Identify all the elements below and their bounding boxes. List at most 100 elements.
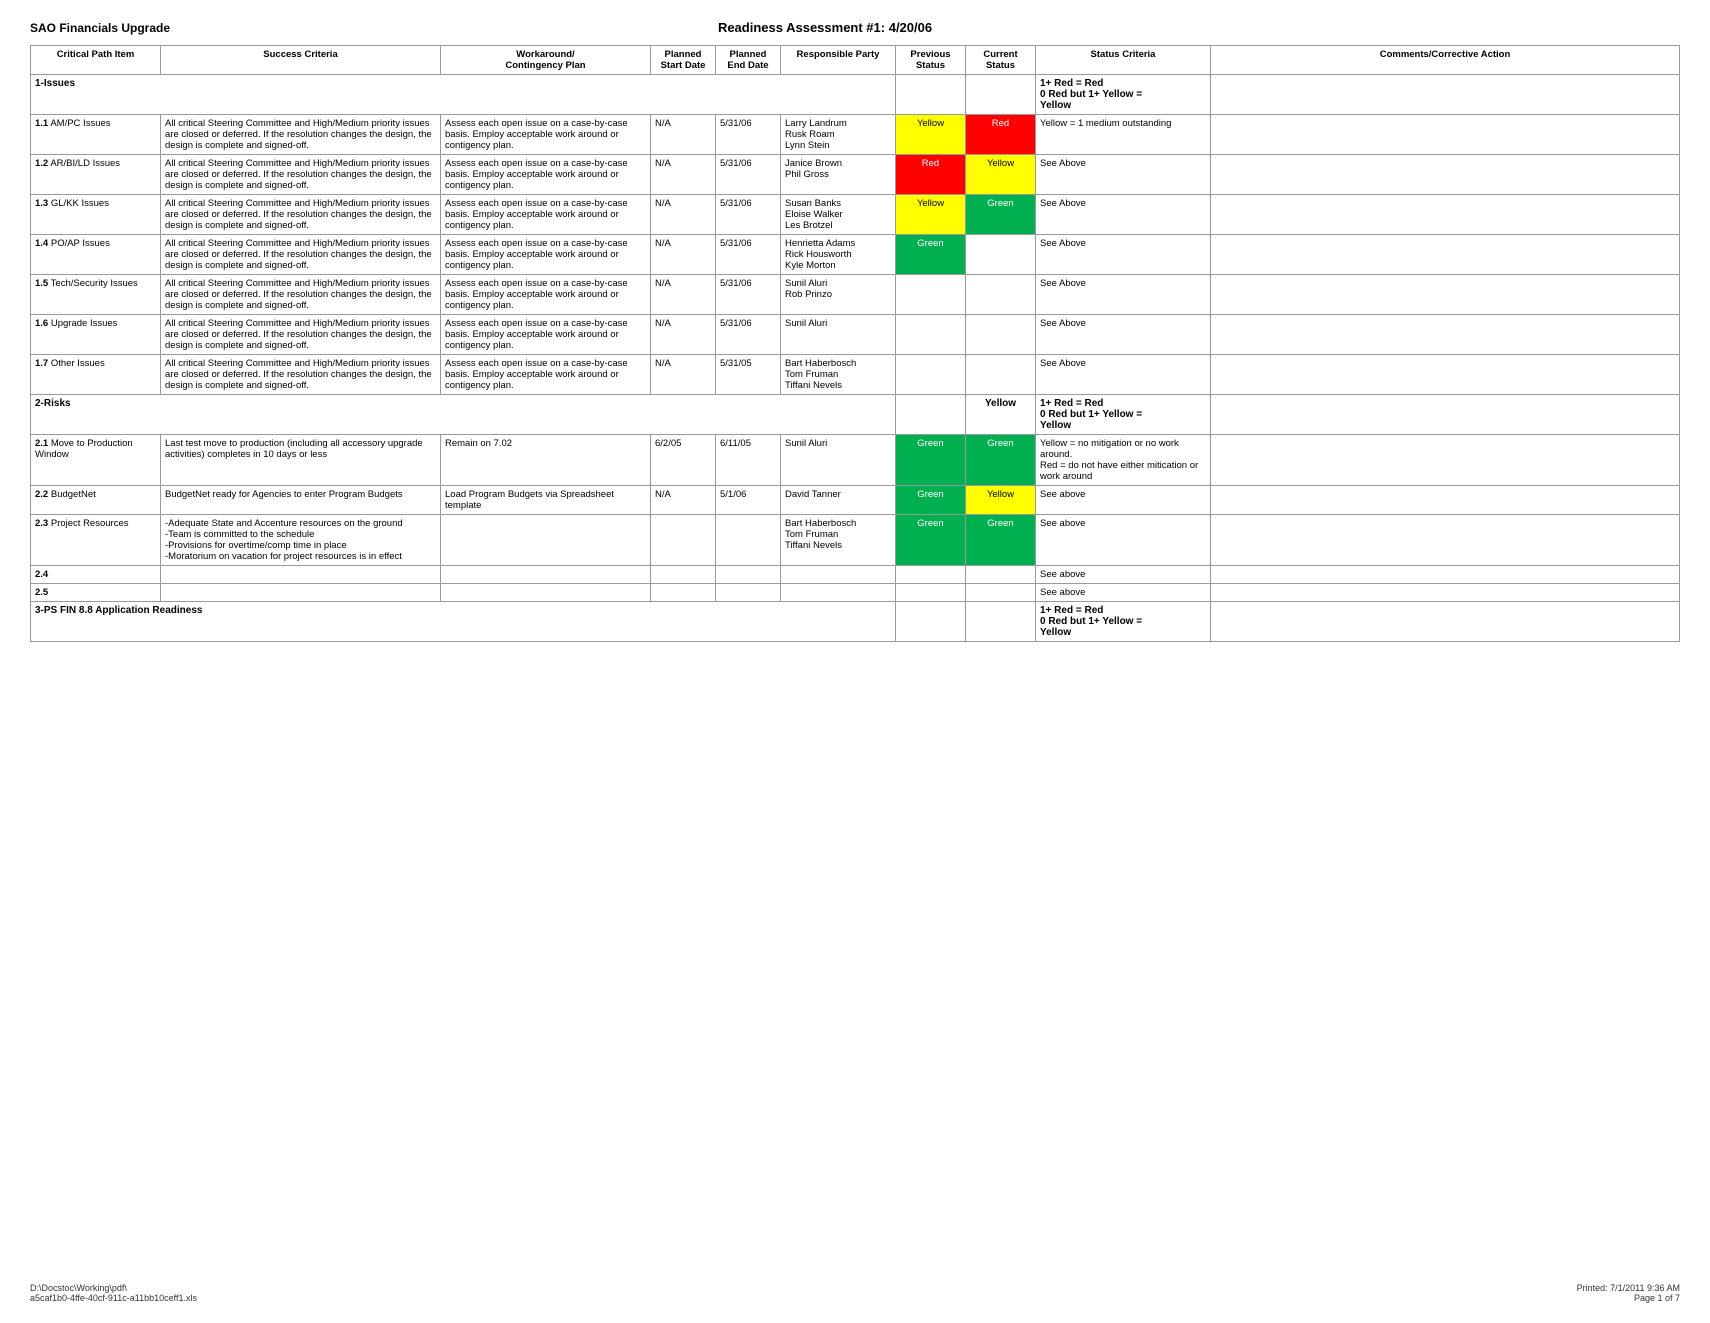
row-criteria: See Above <box>1036 195 1211 235</box>
row-start <box>651 566 716 584</box>
row-start: N/A <box>651 355 716 395</box>
row-criteria: See Above <box>1036 235 1211 275</box>
row-comments <box>1211 115 1680 155</box>
footer-right-line2: Page 1 of 7 <box>1577 1293 1680 1303</box>
row-curr-status <box>966 566 1036 584</box>
row-success: All critical Steering Committee and High… <box>161 355 441 395</box>
row-end: 5/31/06 <box>716 155 781 195</box>
row-end: 5/1/06 <box>716 486 781 515</box>
row-comments <box>1211 195 1680 235</box>
col-header-comments: Comments/Corrective Action <box>1211 46 1680 75</box>
table-row: 1.2 AR/BI/LD IssuesAll critical Steering… <box>31 155 1680 195</box>
table-row: 2.1 Move to Production WindowLast test m… <box>31 435 1680 486</box>
col-header-start: PlannedStart Date <box>651 46 716 75</box>
row-workaround: Assess each open issue on a case-by-case… <box>441 195 651 235</box>
row-success: Last test move to production (including … <box>161 435 441 486</box>
row-success: All critical Steering Committee and High… <box>161 155 441 195</box>
row-responsible: Sunil AluriRob Prinzo <box>781 275 896 315</box>
row-prev-status: Green <box>896 235 966 275</box>
row-comments <box>1211 355 1680 395</box>
row-workaround: Assess each open issue on a case-by-case… <box>441 115 651 155</box>
row-criteria: See above <box>1036 584 1211 602</box>
footer-right-line1: Printed: 7/1/2011 9:36 AM <box>1577 1283 1680 1293</box>
table-row: 1.3 GL/KK IssuesAll critical Steering Co… <box>31 195 1680 235</box>
row-responsible: Henrietta AdamsRick HousworthKyle Morton <box>781 235 896 275</box>
row-cpi: 2.5 <box>31 584 161 602</box>
row-responsible: David Tanner <box>781 486 896 515</box>
row-cpi: 1.5 Tech/Security Issues <box>31 275 161 315</box>
row-curr-status <box>966 275 1036 315</box>
row-comments <box>1211 486 1680 515</box>
footer-section-label: 3-PS FIN 8.8 Application Readiness <box>31 602 896 642</box>
row-cpi: 2.4 <box>31 566 161 584</box>
row-criteria: Yellow = no mitigation or no work around… <box>1036 435 1211 486</box>
row-criteria: See Above <box>1036 355 1211 395</box>
row-success: All critical Steering Committee and High… <box>161 115 441 155</box>
footer-left-line1: D:\Docstoc\Working\pdf\ <box>30 1283 197 1293</box>
row-curr-status: Green <box>966 435 1036 486</box>
footer-section-criteria: 1+ Red = Red0 Red but 1+ Yellow =Yellow <box>1036 602 1211 642</box>
table-row: 1.6 Upgrade IssuesAll critical Steering … <box>31 315 1680 355</box>
section-prev-status: Red <box>896 75 966 115</box>
section-comments <box>1211 395 1680 435</box>
row-start: N/A <box>651 275 716 315</box>
row-start: N/A <box>651 115 716 155</box>
row-end: 5/31/06 <box>716 315 781 355</box>
row-curr-status <box>966 584 1036 602</box>
footer-section-curr <box>966 602 1036 642</box>
row-cpi: 1.7 Other Issues <box>31 355 161 395</box>
row-success <box>161 584 441 602</box>
table-row: 1.7 Other IssuesAll critical Steering Co… <box>31 355 1680 395</box>
row-criteria: Yellow = 1 medium outstanding <box>1036 115 1211 155</box>
row-prev-status <box>896 584 966 602</box>
footer-section-prev <box>896 602 966 642</box>
section-label: 2-Risks <box>31 395 896 435</box>
row-responsible: Janice BrownPhil Gross <box>781 155 896 195</box>
table-header-row: Critical Path Item Success Criteria Work… <box>31 46 1680 75</box>
section-status-criteria: 1+ Red = Red0 Red but 1+ Yellow =Yellow <box>1036 395 1211 435</box>
row-start: N/A <box>651 155 716 195</box>
section-header-2-Risks: 2-RisksGreenYellow1+ Red = Red0 Red but … <box>31 395 1680 435</box>
row-workaround: Assess each open issue on a case-by-case… <box>441 155 651 195</box>
table-row: 1.4 PO/AP IssuesAll critical Steering Co… <box>31 235 1680 275</box>
row-curr-status: Red <box>966 115 1036 155</box>
row-success: -Adequate State and Accenture resources … <box>161 515 441 566</box>
col-header-cpi: Critical Path Item <box>31 46 161 75</box>
row-start: N/A <box>651 235 716 275</box>
row-curr-status <box>966 235 1036 275</box>
row-workaround <box>441 566 651 584</box>
row-responsible: Bart HaberboschTom FrumanTiffani Nevels <box>781 515 896 566</box>
row-workaround <box>441 515 651 566</box>
row-comments <box>1211 584 1680 602</box>
table-row: 1.1 AM/PC IssuesAll critical Steering Co… <box>31 115 1680 155</box>
section-curr-status: Yellow <box>966 395 1036 435</box>
row-comments <box>1211 515 1680 566</box>
section-curr-status: Red <box>966 75 1036 115</box>
row-cpi: 1.6 Upgrade Issues <box>31 315 161 355</box>
row-success: All critical Steering Committee and High… <box>161 275 441 315</box>
row-end: 5/31/06 <box>716 115 781 155</box>
row-prev-status: Green <box>896 435 966 486</box>
row-comments <box>1211 566 1680 584</box>
row-comments <box>1211 435 1680 486</box>
section-prev-status: Green <box>896 395 966 435</box>
row-cpi: 2.2 BudgetNet <box>31 486 161 515</box>
row-criteria: See above <box>1036 486 1211 515</box>
row-curr-status: Green <box>966 195 1036 235</box>
row-prev-status: Red <box>896 155 966 195</box>
footer-right: Printed: 7/1/2011 9:36 AM Page 1 of 7 <box>1577 1283 1680 1303</box>
section-status-criteria: 1+ Red = Red0 Red but 1+ Yellow =Yellow <box>1036 75 1211 115</box>
row-start <box>651 515 716 566</box>
row-success: All critical Steering Committee and High… <box>161 315 441 355</box>
table-row: 2.3 Project Resources-Adequate State and… <box>31 515 1680 566</box>
row-comments <box>1211 235 1680 275</box>
col-header-prev: PreviousStatus <box>896 46 966 75</box>
footer-section-row: 3-PS FIN 8.8 Application Readiness 1+ Red… <box>31 602 1680 642</box>
row-criteria: See Above <box>1036 275 1211 315</box>
row-curr-status <box>966 315 1036 355</box>
row-success: BudgetNet ready for Agencies to enter Pr… <box>161 486 441 515</box>
row-criteria: See Above <box>1036 315 1211 355</box>
row-start: 6/2/05 <box>651 435 716 486</box>
row-prev-status: Yellow <box>896 115 966 155</box>
row-prev-status <box>896 275 966 315</box>
